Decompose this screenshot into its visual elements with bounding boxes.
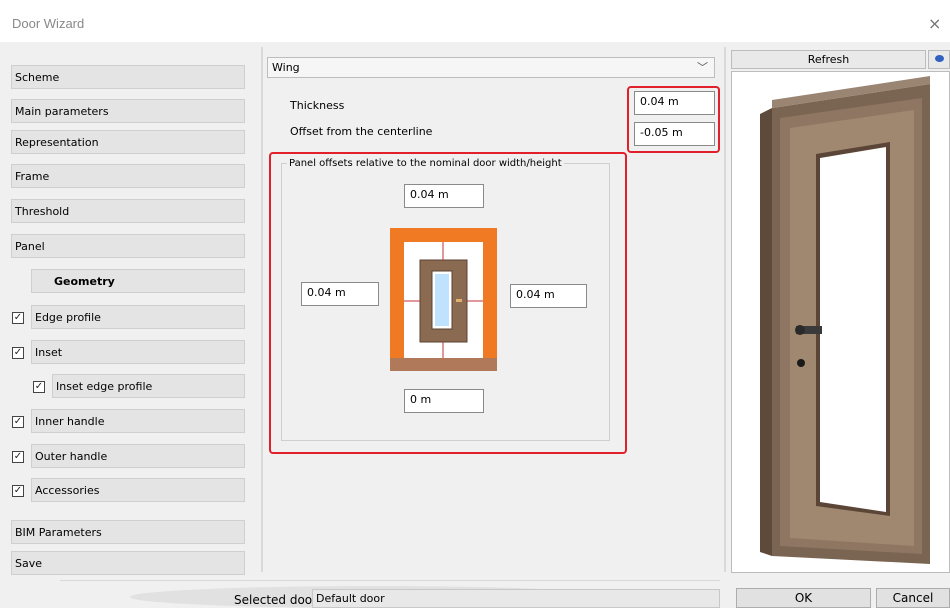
inset-edge-profile-checkbox[interactable]: ✓ — [33, 381, 45, 393]
bottom-offset-input[interactable]: 0 m — [404, 389, 484, 413]
offset-label: Offset from the centerline — [290, 125, 433, 138]
panel-offsets-title: Panel offsets relative to the nominal do… — [287, 158, 564, 169]
refresh-button[interactable]: Refresh — [731, 50, 926, 69]
right-offset-input[interactable]: 0.04 m — [510, 284, 587, 308]
window-title: Door Wizard — [12, 16, 85, 31]
selected-door-field[interactable]: Default door — [312, 589, 720, 608]
left-divider — [261, 47, 263, 572]
nav-outer-handle-button[interactable]: Outer handle — [31, 444, 245, 468]
handle-shape — [456, 299, 462, 302]
view-options-button[interactable] — [928, 50, 950, 69]
nav-scheme-button[interactable]: Scheme — [11, 65, 245, 89]
edge-profile-checkbox[interactable]: ✓ — [12, 312, 24, 324]
selected-door-label: Selected door — [234, 593, 318, 607]
component-dropdown-value: Wing — [272, 61, 300, 74]
right-divider — [724, 47, 726, 572]
nav-edge-profile-button[interactable]: Edge profile — [31, 305, 245, 329]
nav-representation-button[interactable]: Representation — [11, 130, 245, 154]
thickness-input[interactable]: 0.04 m — [634, 91, 715, 115]
nav-inset-button[interactable]: Inset — [31, 340, 245, 364]
nav-inner-handle-button[interactable]: Inner handle — [31, 409, 245, 433]
threshold-shape — [390, 358, 497, 371]
accessories-checkbox[interactable]: ✓ — [12, 485, 24, 497]
nav-threshold-button[interactable]: Threshold — [11, 199, 245, 223]
nav-main-parameters-button[interactable]: Main parameters — [11, 99, 245, 123]
nav-inset-edge-profile-button[interactable]: Inset edge profile — [52, 374, 245, 398]
nav-save-button[interactable]: Save — [11, 551, 245, 575]
component-dropdown[interactable]: Wing ﹀ — [267, 57, 715, 78]
offset-input[interactable]: -0.05 m — [634, 122, 715, 146]
title-bar — [0, 0, 950, 42]
top-offset-input[interactable]: 0.04 m — [404, 184, 484, 208]
nav-geometry-button[interactable]: Geometry — [31, 269, 245, 293]
nav-accessories-button[interactable]: Accessories — [31, 478, 245, 502]
door-3d-preview-image — [760, 76, 930, 564]
door-offset-diagram — [390, 228, 497, 371]
chevron-down-icon: ﹀ — [697, 61, 708, 74]
cancel-button[interactable]: Cancel — [876, 588, 950, 608]
close-icon[interactable]: × — [928, 14, 941, 33]
footer-divider — [60, 580, 720, 581]
outer-handle-checkbox[interactable]: ✓ — [12, 451, 24, 463]
nav-bim-parameters-button[interactable]: BIM Parameters — [11, 520, 245, 544]
nav-frame-button[interactable]: Frame — [11, 164, 245, 188]
eye-icon — [934, 55, 944, 62]
glass-shape — [435, 274, 449, 326]
inset-checkbox[interactable]: ✓ — [12, 347, 24, 359]
thickness-label: Thickness — [290, 99, 345, 112]
inner-handle-checkbox[interactable]: ✓ — [12, 416, 24, 428]
nav-panel-button[interactable]: Panel — [11, 234, 245, 258]
left-offset-input[interactable]: 0.04 m — [301, 282, 379, 306]
ok-button[interactable]: OK — [736, 588, 871, 608]
